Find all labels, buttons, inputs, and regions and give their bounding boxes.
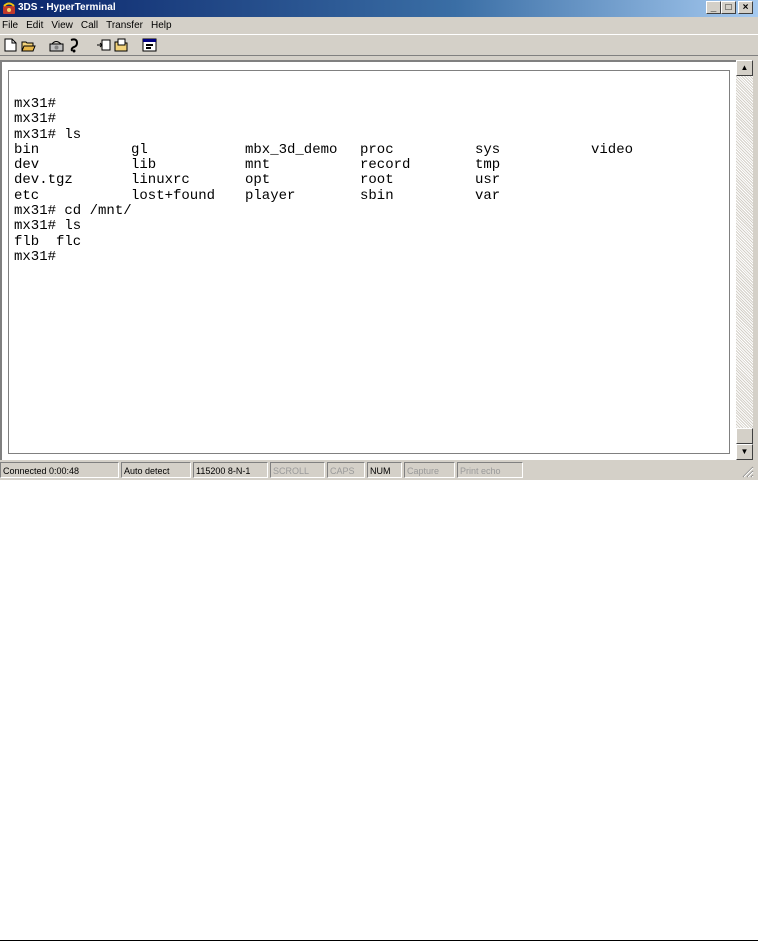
- receive-button[interactable]: [113, 37, 130, 53]
- ls-entry: sbin: [360, 187, 394, 204]
- terminal-text: mx31# ls: [14, 126, 82, 143]
- terminal-line: dev lib mnt record tmp: [14, 157, 500, 174]
- terminal-output: mx31# mx31# mx31# ls bin gl mbx_3d_demo …: [14, 96, 633, 265]
- disconnect-button[interactable]: [66, 37, 83, 53]
- properties-button[interactable]: [141, 37, 158, 53]
- terminal-text: mx31#: [14, 96, 57, 112]
- page-footer-rule: [0, 940, 758, 941]
- terminal-line: mx31#: [14, 248, 98, 265]
- vertical-scrollbar[interactable]: ▲ ▼: [736, 60, 753, 460]
- toolbar: [0, 34, 758, 56]
- ls-entry: var: [475, 187, 501, 204]
- send-icon: [97, 39, 111, 51]
- status-connected: Connected 0:00:48: [0, 462, 119, 478]
- terminal-text: mx31# ls: [14, 218, 82, 235]
- menu-call[interactable]: Call: [77, 18, 102, 33]
- menu-transfer[interactable]: Transfer: [102, 18, 147, 33]
- ls-entry: dev: [14, 157, 40, 174]
- ls-entry: video: [591, 141, 634, 158]
- ls-entry: record: [360, 157, 411, 174]
- minimize-button[interactable]: _: [706, 1, 721, 14]
- receive-icon: [114, 38, 128, 52]
- ls-entry: proc: [360, 141, 394, 158]
- menu-view[interactable]: View: [47, 18, 77, 33]
- terminal-area[interactable]: mx31# mx31# mx31# ls bin gl mbx_3d_demo …: [0, 60, 736, 460]
- ls-entry: usr: [475, 172, 501, 189]
- send-button[interactable]: [95, 37, 112, 53]
- resize-grip-icon[interactable]: [740, 464, 754, 478]
- status-caps: CAPS: [327, 462, 365, 478]
- ls-entry: linuxrc: [131, 172, 190, 189]
- terminal-line: mx31# ls: [14, 218, 98, 235]
- status-num: NUM: [367, 462, 402, 478]
- ls-entry: dev.tgz: [14, 172, 73, 189]
- terminal-line: mx31# ls: [14, 126, 98, 143]
- scroll-thumb[interactable]: [736, 428, 753, 444]
- ls-entry: sys: [475, 141, 501, 158]
- close-button[interactable]: ×: [738, 1, 753, 14]
- open-button[interactable]: [20, 37, 37, 53]
- menu-help[interactable]: Help: [147, 18, 176, 33]
- terminal-line: mx31# cd /mnt/: [14, 203, 132, 219]
- ls-entry: mbx_3d_demo: [245, 141, 338, 158]
- terminal-line: mx31#: [14, 96, 98, 112]
- status-print-echo: Print echo: [457, 462, 523, 478]
- open-icon: [21, 41, 36, 51]
- status-scroll: SCROLL: [270, 462, 325, 478]
- terminal-line: bin gl mbx_3d_demo proc sys video: [14, 141, 633, 158]
- ls-entry: root: [360, 172, 394, 189]
- title-bar[interactable]: 3DS - HyperTerminal _ □ ×: [0, 0, 758, 17]
- ls-entry: lib: [131, 157, 157, 174]
- status-capture: Capture: [404, 462, 455, 478]
- terminal-line: mx31#: [14, 111, 98, 128]
- terminal-prompt: mx31#: [14, 248, 57, 265]
- ls-entry: etc: [14, 187, 40, 204]
- menu-edit[interactable]: Edit: [22, 18, 47, 33]
- connect-button[interactable]: [48, 37, 65, 53]
- status-bar: Connected 0:00:48 Auto detect 115200 8-N…: [0, 461, 758, 480]
- status-port-settings: 115200 8-N-1: [193, 462, 268, 478]
- terminal-line: dev.tgz linuxrc opt root usr: [14, 172, 500, 189]
- ls-entry: lost+found: [131, 187, 216, 204]
- terminal-text: flb flc: [14, 233, 82, 250]
- window-title: 3DS - HyperTerminal: [18, 2, 116, 13]
- hyperterminal-window: 3DS - HyperTerminal _ □ × File Edit View…: [0, 0, 758, 480]
- menu-file[interactable]: File: [0, 18, 22, 33]
- terminal-text: mx31# cd /mnt/: [14, 203, 132, 220]
- ls-entry: player: [245, 187, 296, 204]
- connect-icon: [49, 41, 64, 52]
- disconnect-icon: [70, 37, 79, 52]
- ls-entry: mnt: [245, 157, 271, 174]
- new-connection-icon: [4, 38, 17, 52]
- terminal-screen[interactable]: mx31# mx31# mx31# ls bin gl mbx_3d_demo …: [8, 70, 730, 454]
- properties-icon: [142, 38, 157, 52]
- ls-entry: opt: [245, 172, 271, 189]
- ls-entry: gl: [131, 141, 148, 158]
- menu-bar: File Edit View Call Transfer Help: [0, 17, 758, 34]
- ls-entry: bin: [14, 141, 40, 158]
- terminal-text: mx31#: [14, 111, 57, 128]
- hyperterminal-phone-icon[interactable]: [2, 1, 16, 15]
- scroll-up-button[interactable]: ▲: [736, 60, 753, 76]
- terminal-line: flb flc: [14, 233, 98, 250]
- status-detect: Auto detect: [121, 462, 191, 478]
- scroll-down-button[interactable]: ▼: [736, 444, 753, 460]
- new-connection-button[interactable]: [2, 37, 19, 53]
- maximize-button[interactable]: □: [721, 1, 736, 14]
- ls-entry: tmp: [475, 157, 501, 174]
- terminal-line: etc lost+found player sbin var: [14, 187, 500, 204]
